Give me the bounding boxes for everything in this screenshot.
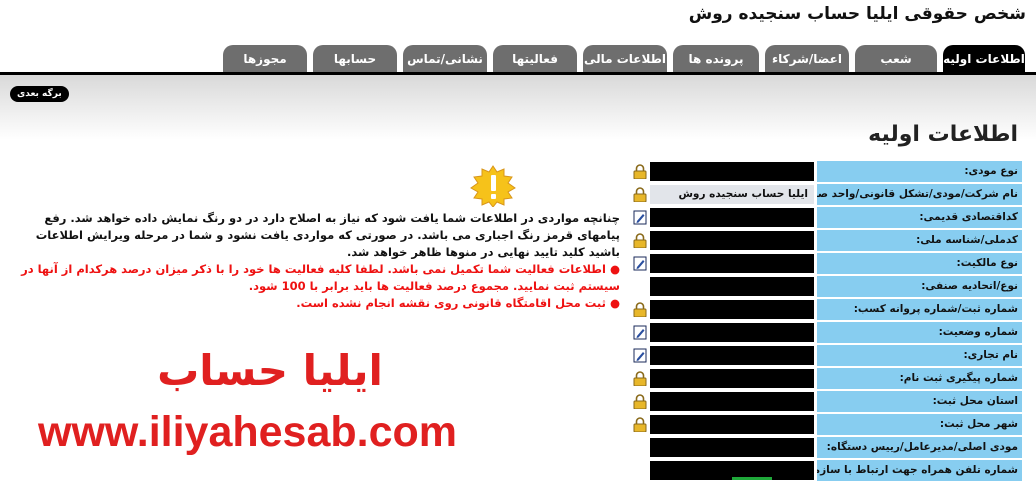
field-value xyxy=(650,162,814,181)
form-row-taxpayer-type: نوع مودی: xyxy=(630,160,1022,183)
field-label: شماره پیگیری ثبت نام: xyxy=(817,368,1022,389)
lock-icon xyxy=(633,233,647,248)
edit-icon[interactable] xyxy=(633,348,647,363)
field-value xyxy=(650,323,814,342)
field-value: ایلیا حساب سنجیده روش xyxy=(650,185,814,204)
tab-branches[interactable]: شعب xyxy=(855,45,937,73)
field-label: نوع مالکیت: xyxy=(817,253,1022,274)
field-value xyxy=(650,438,814,457)
page-title: شخص حقوقی ایلیا حساب سنجیده روش xyxy=(688,4,1026,24)
form-row-company-name: نام شرکت/مودی/تشکل قانونی/واحد صنفی: ایل… xyxy=(630,183,1022,206)
lock-icon xyxy=(633,187,647,202)
section-title: اطلاعات اولیه xyxy=(868,122,1018,147)
field-label: شماره تلفن همراه جهت ارتباط با سازمان: xyxy=(817,460,1022,481)
field-label: مودی اصلی/مدیرعامل/رییس دستگاه: xyxy=(817,437,1022,458)
edit-icon[interactable] xyxy=(633,256,647,271)
field-value xyxy=(650,231,814,250)
tab-licenses[interactable]: مجوزها xyxy=(223,45,307,73)
validation-intro: چنانچه مواردی در اطلاعات شما یافت شود که… xyxy=(35,211,620,259)
basic-info-form: نوع مودی: نام شرکت/مودی/تشکل قانونی/واحد… xyxy=(630,160,1022,482)
field-value xyxy=(650,415,814,434)
field-label: کداقتصادی قدیمی: xyxy=(817,207,1022,228)
field-label: شماره وضعیت: xyxy=(817,322,1022,343)
field-label: نام تجاری: xyxy=(817,345,1022,366)
field-label: نوع مودی: xyxy=(817,161,1022,182)
validation-error-map: ● ثبت محل اقامتگاه قانونی روی نقشه انجام… xyxy=(296,296,620,310)
edit-icon[interactable] xyxy=(633,325,647,340)
field-value xyxy=(650,254,814,273)
field-value xyxy=(650,369,814,388)
tab-bar: اطلاعات اولیه شعب اعضا/شرکاء پرونده ها ا… xyxy=(0,45,1036,73)
tab-activities[interactable]: فعالیتها xyxy=(493,45,577,73)
form-row-ceo: مودی اصلی/مدیرعامل/رییس دستگاه: xyxy=(630,436,1022,459)
tab-basic-info[interactable]: اطلاعات اولیه xyxy=(943,45,1025,73)
watermark-brand-url: www.iliyahesab.com xyxy=(38,408,457,456)
lock-icon xyxy=(633,302,647,317)
form-row-ownership-type: نوع مالکیت: xyxy=(630,252,1022,275)
form-row-registration-province: استان محل ثبت: xyxy=(630,390,1022,413)
field-label: نام شرکت/مودی/تشکل قانونی/واحد صنفی: xyxy=(817,184,1022,205)
next-page-button[interactable]: برگه بعدی xyxy=(10,86,69,102)
warning-icon xyxy=(470,165,516,207)
form-row-guild-union: نوع/اتحادیه صنفی: xyxy=(630,275,1022,298)
lock-icon xyxy=(633,164,647,179)
field-label: نوع/اتحادیه صنفی: xyxy=(817,276,1022,297)
tab-financial-info[interactable]: اطلاعات مالی xyxy=(583,45,667,73)
watermark-brand-name: ایلیا حساب xyxy=(157,346,383,395)
field-value xyxy=(650,461,814,480)
field-label: شماره ثبت/شماره پروانه کسب: xyxy=(817,299,1022,320)
form-row-national-id: کدملی/شناسه ملی: xyxy=(630,229,1022,252)
form-row-status-number: شماره وضعیت: xyxy=(630,321,1022,344)
tab-address-contact[interactable]: نشانی/تماس xyxy=(403,45,487,73)
field-value xyxy=(650,300,814,319)
field-label: استان محل ثبت: xyxy=(817,391,1022,412)
edit-icon[interactable] xyxy=(633,210,647,225)
form-row-tracking-number: شماره پیگیری ثبت نام: xyxy=(630,367,1022,390)
lock-icon xyxy=(633,394,647,409)
field-value xyxy=(650,346,814,365)
form-row-old-economic-code: کداقتصادی قدیمی: xyxy=(630,206,1022,229)
field-value xyxy=(650,392,814,411)
field-label: شهر محل ثبت: xyxy=(817,414,1022,435)
tab-accounts[interactable]: حسابها xyxy=(313,45,397,73)
tab-files[interactable]: پرونده ها xyxy=(673,45,759,73)
validation-error-activities: ● اطلاعات فعالیت شما تکمیل نمی باشد. لطف… xyxy=(21,262,620,293)
validation-messages: چنانچه مواردی در اطلاعات شما یافت شود که… xyxy=(8,210,620,312)
field-value xyxy=(650,277,814,296)
form-row-registration-city: شهر محل ثبت: xyxy=(630,413,1022,436)
form-row-mobile-number: شماره تلفن همراه جهت ارتباط با سازمان: xyxy=(630,459,1022,482)
field-label: کدملی/شناسه ملی: xyxy=(817,230,1022,251)
tab-members[interactable]: اعضا/شرکاء xyxy=(765,45,849,73)
lock-icon xyxy=(633,371,647,386)
form-row-trade-name: نام تجاری: xyxy=(630,344,1022,367)
lock-icon xyxy=(633,417,647,432)
field-value xyxy=(650,208,814,227)
form-row-registration-number: شماره ثبت/شماره پروانه کسب: xyxy=(630,298,1022,321)
